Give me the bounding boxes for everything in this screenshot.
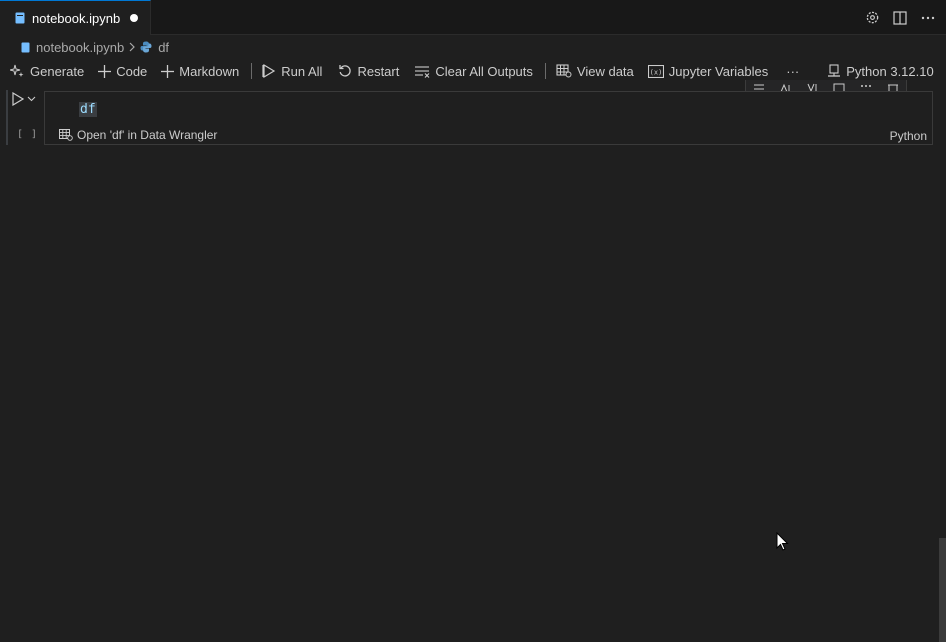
- restart-button[interactable]: Restart: [334, 60, 403, 82]
- execution-count: [ ]: [17, 129, 39, 140]
- code-line[interactable]: df: [79, 102, 97, 117]
- breadcrumb-file[interactable]: notebook.ipynb: [21, 40, 124, 55]
- breadcrumb-symbol-label: df: [158, 39, 170, 55]
- sparkle-icon: [10, 64, 25, 78]
- clear-all-outputs-label: Clear All Outputs: [435, 63, 533, 79]
- markdown-label: Markdown: [179, 63, 240, 79]
- toolbar-more-button[interactable]: ···: [782, 60, 803, 82]
- restart-label: Restart: [357, 63, 400, 79]
- cell-focus-indicator: [6, 90, 8, 145]
- toolbar-divider: [251, 63, 253, 79]
- run-cell-icon[interactable]: [12, 92, 24, 106]
- variables-icon: (x): [647, 64, 664, 78]
- code-label: Code: [116, 63, 148, 79]
- kernel-label: Python 3.12.10: [846, 63, 934, 79]
- python-icon: [140, 41, 152, 53]
- add-markdown-cell-button[interactable]: Markdown: [157, 60, 243, 82]
- split-editor-icon[interactable]: [892, 10, 908, 26]
- run-all-button[interactable]: Run All: [258, 60, 326, 82]
- generate-button[interactable]: Generate: [6, 60, 88, 82]
- kernel-icon: [827, 64, 841, 78]
- cell-run-controls: [12, 92, 36, 106]
- table-icon: [556, 64, 572, 78]
- plus-icon: [98, 64, 112, 78]
- run-all-label: Run All: [281, 63, 323, 79]
- cell-language-picker[interactable]: Python: [890, 129, 927, 143]
- breadcrumb-file-label: notebook.ipynb: [36, 39, 125, 55]
- code-cell-editor[interactable]: df Open 'df' in Data Wrangler Python: [44, 91, 933, 145]
- vertical-scrollbar[interactable]: [939, 538, 946, 642]
- unsaved-dot-icon[interactable]: [130, 14, 139, 22]
- restart-icon: [338, 64, 352, 78]
- run-all-icon: [262, 64, 276, 78]
- mouse-pointer-icon: [776, 531, 790, 555]
- chevron-down-icon[interactable]: [27, 96, 36, 102]
- tab-notebook[interactable]: notebook.ipynb: [0, 0, 151, 35]
- add-code-cell-button[interactable]: Code: [94, 60, 151, 82]
- jupyter-variables-button[interactable]: (x) Jupyter Variables: [644, 60, 772, 82]
- clear-all-icon: [415, 65, 430, 78]
- tab-bar: notebook.ipynb: [0, 0, 946, 35]
- breadcrumb-symbol[interactable]: df: [140, 40, 169, 55]
- jupyter-variables-label: Jupyter Variables: [668, 63, 769, 79]
- gear-icon[interactable]: [864, 10, 880, 26]
- view-data-button[interactable]: View data: [552, 60, 638, 82]
- svg-text:(x): (x): [649, 68, 662, 76]
- table-icon: [59, 129, 73, 141]
- tab-label: notebook.ipynb: [32, 10, 121, 26]
- kernel-picker-button[interactable]: Python 3.12.10: [823, 60, 937, 82]
- breadcrumb: notebook.ipynb df: [0, 36, 946, 58]
- plus-icon: [161, 64, 175, 78]
- view-data-label: View data: [576, 63, 634, 79]
- more-label: ···: [786, 63, 800, 79]
- more-actions-icon[interactable]: [920, 10, 936, 26]
- data-wrangler-label: Open 'df' in Data Wrangler: [77, 128, 218, 142]
- clear-all-outputs-button[interactable]: Clear All Outputs: [411, 60, 537, 82]
- data-wrangler-link[interactable]: Open 'df' in Data Wrangler: [59, 128, 217, 142]
- toolbar-divider: [544, 63, 546, 79]
- notebook-file-icon: [21, 42, 30, 53]
- notebook-file-icon: [15, 12, 25, 24]
- chevron-right-icon: [129, 42, 136, 52]
- generate-label: Generate: [30, 63, 85, 79]
